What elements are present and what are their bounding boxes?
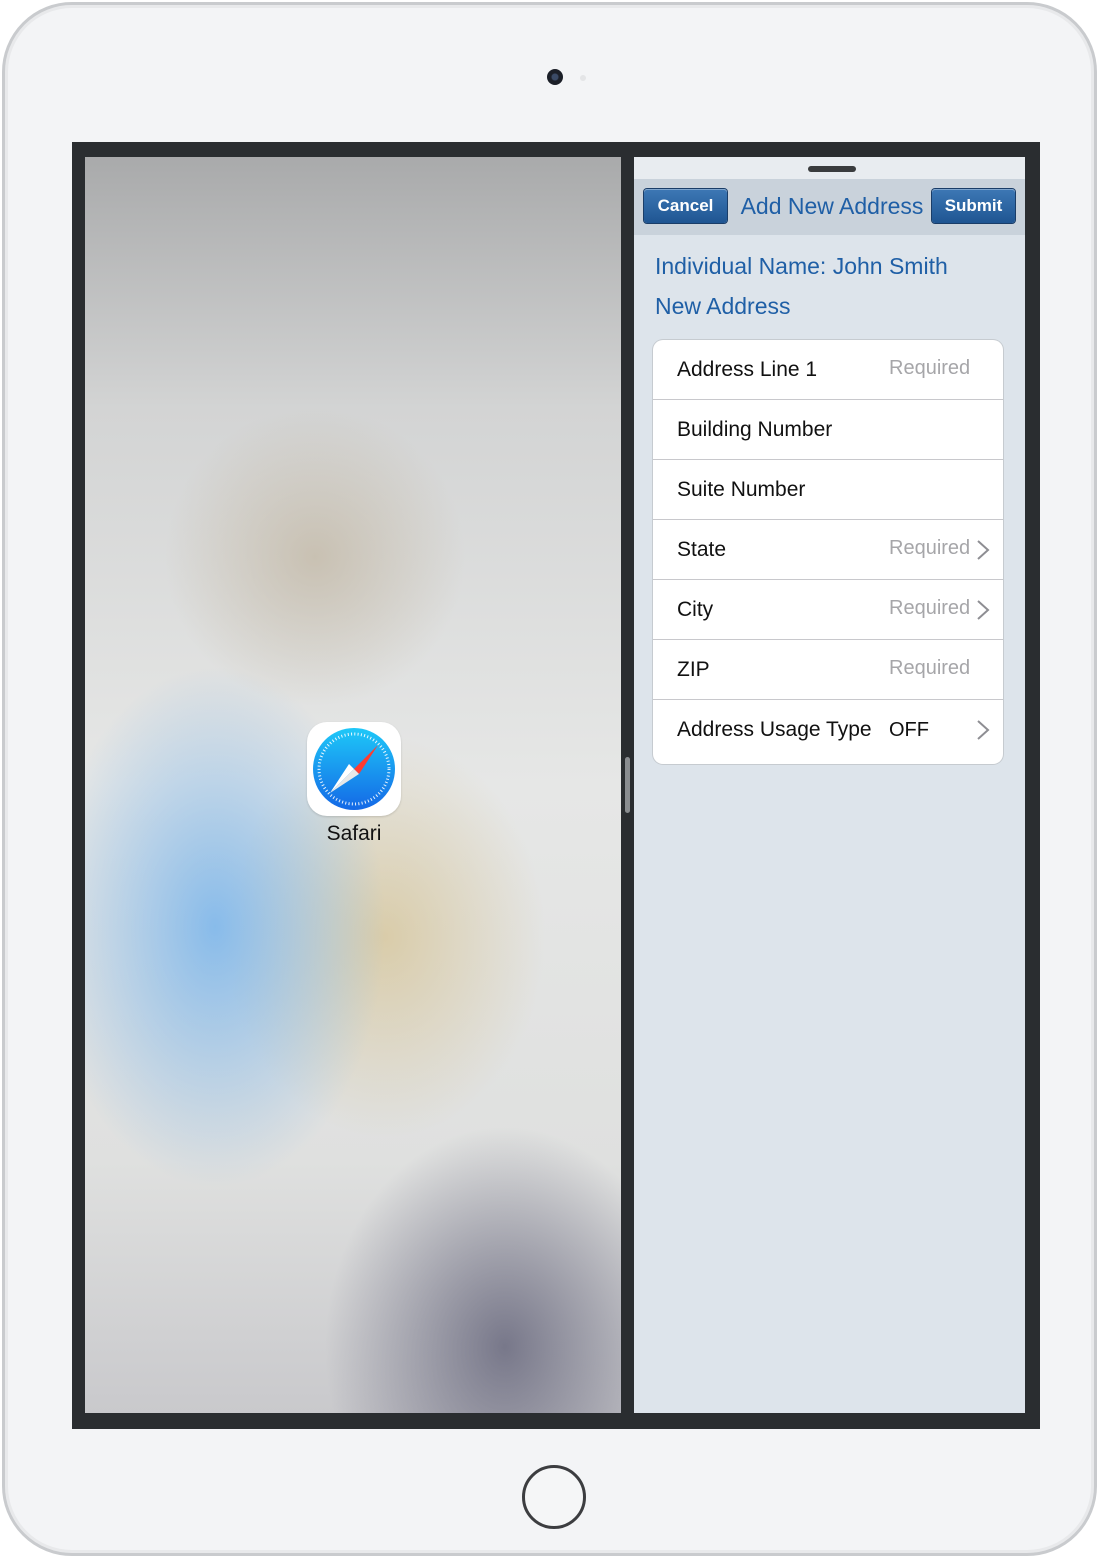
field-placeholder: Required (889, 597, 971, 619)
field-label: Address Usage Type (677, 718, 872, 741)
field-label: Suite Number (677, 478, 806, 501)
screen: Safari Cancel Add New Address Submit Ind… (72, 142, 1040, 1429)
address-usage-type-selector[interactable]: Address Usage Type OFF (653, 700, 1003, 760)
field-placeholder: Required (889, 537, 971, 559)
ipad-frame: Safari Cancel Add New Address Submit Ind… (2, 2, 1097, 1556)
cancel-button[interactable]: Cancel (644, 189, 727, 223)
page-title: Add New Address (740, 193, 924, 219)
sensor-dot (580, 75, 586, 81)
field-value: OFF (889, 719, 929, 741)
address-form: Address Line 1 Required Building Number … (653, 340, 1003, 764)
field-label: City (677, 598, 714, 621)
suite-number-field[interactable]: Suite Number (653, 460, 1003, 520)
city-selector[interactable]: City Required (653, 580, 1003, 640)
add-address-pane: Cancel Add New Address Submit Individual… (634, 157, 1025, 1413)
safari-label: Safari (326, 822, 382, 845)
app-launcher-pane: Safari (85, 157, 621, 1413)
field-label: Address Line 1 (677, 358, 818, 381)
safari-compass-icon[interactable] (307, 722, 401, 816)
address-line-1-field[interactable]: Address Line 1 Required (653, 340, 1003, 400)
field-placeholder: Required (889, 357, 971, 379)
slide-over-grab-handle[interactable] (808, 166, 856, 172)
state-selector[interactable]: State Required (653, 520, 1003, 580)
split-view-divider-handle[interactable] (625, 757, 630, 813)
chevron-right-icon (977, 600, 990, 620)
home-button[interactable] (522, 1465, 586, 1529)
section-title: New Address (655, 293, 791, 319)
individual-name: Individual Name: John Smith (655, 253, 948, 279)
camera-icon (547, 69, 563, 85)
safari-app[interactable]: Safari (306, 722, 402, 846)
pane-top-strip (634, 157, 1025, 179)
chevron-right-icon (977, 540, 990, 560)
field-placeholder: Required (889, 657, 971, 679)
zip-field[interactable]: ZIP Required (653, 640, 1003, 700)
field-label: Building Number (677, 418, 833, 441)
field-label: ZIP (677, 658, 710, 681)
chevron-right-icon (977, 720, 990, 740)
navigation-bar: Cancel Add New Address Submit (634, 179, 1025, 235)
submit-button[interactable]: Submit (932, 189, 1015, 223)
building-number-field[interactable]: Building Number (653, 400, 1003, 460)
field-label: State (677, 538, 727, 561)
